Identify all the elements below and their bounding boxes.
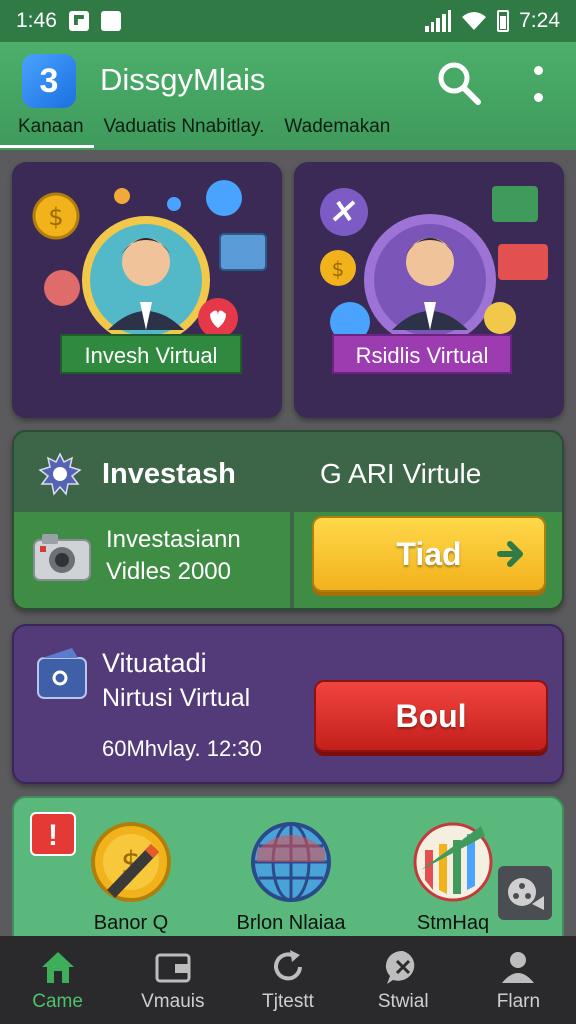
profile-icon bbox=[502, 952, 535, 983]
search-icon[interactable] bbox=[434, 58, 482, 106]
nav-home[interactable]: Came bbox=[0, 936, 115, 1024]
nav-label: Stwial bbox=[377, 991, 429, 1012]
nav-label: Vmauis bbox=[141, 991, 205, 1012]
invest-section: Investash G ARI Virtule Investasiann Vid… bbox=[12, 430, 564, 610]
refresh-icon bbox=[274, 950, 302, 981]
nav-label: Flarn bbox=[496, 991, 541, 1012]
nav-profile[interactable]: Flarn bbox=[461, 936, 576, 1024]
chart-arrow-icon bbox=[413, 822, 493, 902]
card-ribbon-virtual: Rsidlis Virtual bbox=[332, 334, 512, 374]
tab-bar: Kanaan Vaduatis Nnabitlay. Wademakan bbox=[0, 112, 576, 150]
invest-right-label: G ARI Virtule bbox=[320, 458, 482, 489]
nav-refresh[interactable]: Tjtestt bbox=[230, 936, 345, 1024]
quick-action-brlon[interactable]: Brlon Nlaiaa bbox=[216, 820, 366, 935]
nav-label: Tjtestt bbox=[262, 991, 314, 1012]
virtual-section: Vituatadi Nirtusi Virtual 60Mhvlay. 12:3… bbox=[12, 624, 564, 784]
battery-icon bbox=[497, 10, 510, 32]
quick-actions-panel: ! $ Banor Q Brlon Nlaiaa StmHaq bbox=[12, 796, 564, 946]
quick-action-label: Brlon Nlaiaa bbox=[236, 912, 346, 934]
quick-action-banor[interactable]: $ Banor Q bbox=[56, 820, 206, 935]
tab-vaduatis[interactable]: Vaduatis Nnabitlay. bbox=[94, 112, 275, 150]
invest-info-panel: Investasiann Vidles 2000 bbox=[14, 512, 290, 608]
nav-label: Came bbox=[32, 991, 83, 1012]
status-time-right: 7:24 bbox=[519, 9, 560, 32]
bottom-navigation: Came Vmauis Tjtestt Stwial Flarn bbox=[0, 936, 576, 1024]
card-ribbon-invest: Invesh Virtual bbox=[60, 334, 242, 374]
tab-wademakan[interactable]: Wademakan bbox=[274, 112, 400, 150]
app-header: 3 DissgyMlais Kanaan Vaduatis Nnabitlay.… bbox=[0, 42, 576, 150]
feature-card-virtual[interactable]: $ Rsidlis Virtual bbox=[294, 162, 564, 418]
gear-icon bbox=[38, 452, 82, 496]
status-bar: 1:46 7:24 bbox=[0, 0, 576, 42]
svg-text:$: $ bbox=[48, 203, 63, 231]
download-icon bbox=[100, 11, 121, 31]
trade-button-label: Tiad bbox=[396, 536, 462, 572]
invest-info-line1: Investasiann bbox=[106, 526, 241, 553]
globe-icon bbox=[251, 822, 331, 902]
camera-icon bbox=[33, 534, 91, 581]
home-icon bbox=[41, 952, 74, 983]
wallet-icon bbox=[155, 953, 191, 983]
buy-button[interactable]: Boul bbox=[314, 680, 548, 752]
app-logo[interactable]: 3 bbox=[22, 54, 76, 108]
invest-action-panel: Tiad bbox=[294, 512, 562, 608]
wifi-icon bbox=[462, 12, 487, 30]
invest-info-line2: Vidles 2000 bbox=[106, 558, 231, 585]
investor-illustration-icon: $ bbox=[32, 180, 267, 344]
quick-action-label: Banor Q bbox=[93, 912, 169, 934]
virtual-subtitle: Nirtusi Virtual bbox=[102, 684, 251, 712]
nav-chat[interactable]: Stwial bbox=[346, 936, 461, 1024]
feature-card-invest[interactable]: $ Invesh Virtual bbox=[12, 162, 282, 418]
svg-text:$: $ bbox=[332, 257, 345, 281]
status-time-left: 1:46 bbox=[16, 9, 57, 32]
notification-icon bbox=[68, 11, 89, 31]
tab-kanaan[interactable]: Kanaan bbox=[0, 112, 94, 150]
chat-icon bbox=[386, 950, 415, 984]
virtual-time: 60Mhvlay. 12:30 bbox=[102, 736, 262, 761]
virtual-title: Vituatadi bbox=[102, 648, 207, 678]
film-reel-icon[interactable] bbox=[498, 866, 552, 920]
trade-button[interactable]: Tiad bbox=[312, 516, 546, 592]
more-options-icon[interactable] bbox=[520, 62, 556, 106]
wallet-icon bbox=[37, 648, 87, 699]
app-title: DissgyMlais bbox=[100, 62, 266, 97]
invest-title: Investash bbox=[102, 458, 236, 490]
trader-illustration-icon: $ bbox=[320, 186, 548, 346]
signal-icon bbox=[425, 10, 452, 32]
coin-pen-icon: $ bbox=[91, 822, 171, 902]
nav-wallet[interactable]: Vmauis bbox=[115, 936, 230, 1024]
arrow-right-icon bbox=[497, 541, 523, 567]
